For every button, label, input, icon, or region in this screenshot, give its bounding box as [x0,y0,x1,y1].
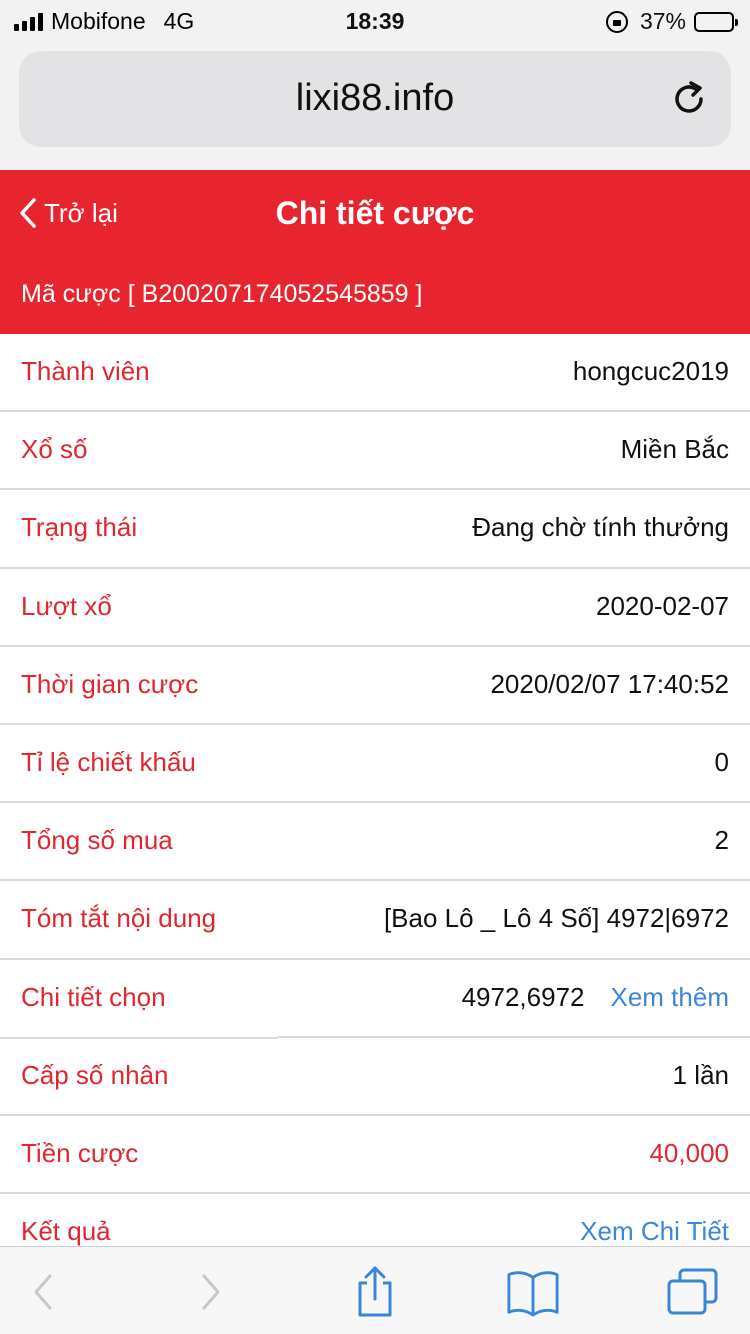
tabs-icon [667,1268,718,1315]
browser-toolbar [0,1246,750,1334]
row-content-summary: Tóm tắt nội dung [Bao Lô _ Lô 4 Số] 4972… [0,881,750,960]
row-label: Kết quả [21,1216,111,1247]
row-value: 40,000 [649,1137,729,1168]
browser-address-area: lixi88.info [0,42,750,170]
tabs-button[interactable] [666,1265,720,1319]
address-bar[interactable]: lixi88.info [19,51,731,147]
row-label: Thời gian cược [21,668,199,699]
row-value: 2 [714,825,729,856]
row-discount-rate: Tỉ lệ chiết khấu 0 [0,725,750,804]
row-label: Trạng thái [21,512,138,543]
row-label: Cấp số nhân [21,1059,169,1090]
row-value: 0 [714,746,729,777]
row-value: [Bao Lô _ Lô 4 Số] 4972|6972 [383,903,729,934]
row-label: Thành viên [21,356,150,386]
back-arrow-icon [34,1274,52,1310]
forward-arrow-button[interactable] [184,1265,238,1319]
row-label: Tiền cược [21,1137,139,1168]
row-value: 1 lần [672,1059,729,1090]
forward-arrow-icon [202,1274,220,1310]
share-icon [358,1266,392,1317]
battery-percent: 37% [639,8,686,34]
row-total-purchases: Tổng số mua 2 [0,803,750,882]
row-label: Tỉ lệ chiết khấu [21,746,196,777]
bet-detail-list: Thành viên hongcuc2019 Xổ số Miền Bắc Tr… [0,334,750,1272]
row-draw: Lượt xổ 2020-02-07 [0,569,750,647]
status-right: 37% [605,8,738,35]
row-member: Thành viên hongcuc2019 [0,334,750,413]
reload-icon[interactable] [669,79,709,119]
row-value: 2020/02/07 17:40:52 [490,668,729,699]
row-bet-time: Thời gian cược 2020/02/07 17:40:52 [0,647,750,725]
row-value-group: 4972,6972 Xem thêm [462,982,729,1013]
row-value: hongcuc2019 [572,356,729,386]
row-value: Miền Bắc [620,434,729,465]
view-detail-link[interactable]: Xem Chi Tiết [580,1216,729,1247]
bookmarks-icon [507,1271,559,1317]
page-title: Chi tiết cược [275,195,475,231]
see-more-link[interactable]: Xem thêm [611,982,730,1012]
page-header: Trở lại Chi tiết cược Mã cược [ B2002071… [0,170,750,334]
row-label: Tóm tắt nội dung [21,903,217,934]
battery-icon [694,11,738,32]
url-text[interactable]: lixi88.info [19,77,731,120]
row-label: Xổ số [21,434,88,465]
row-label: Tổng số mua [21,825,173,856]
row-multiplier: Cấp số nhân 1 lần [0,1038,750,1116]
row-label: Lượt xổ [21,590,112,621]
row-status: Trạng thái Đang chờ tính thưởng [0,490,750,569]
row-value: Đang chờ tính thưởng [472,512,729,543]
row-label: Chi tiết chọn [21,981,166,1012]
status-bar: Mobifone 4G 18:39 37% [0,0,750,42]
row-value: 4972,6972 [461,981,585,1012]
share-button[interactable] [348,1265,402,1319]
row-bet-amount: Tiền cược 40,000 [0,1116,750,1195]
back-arrow-button[interactable] [16,1265,70,1319]
row-value: 2020-02-07 [596,590,729,621]
rotation-lock-icon [605,10,628,33]
row-lottery: Xổ số Miền Bắc [0,412,750,491]
row-selection-detail: Chi tiết chọn 4972,6972 Xem thêm [0,960,750,1039]
bet-code: Mã cược [ B200207174052545859 ] [21,280,423,308]
bookmarks-button[interactable] [506,1265,560,1319]
